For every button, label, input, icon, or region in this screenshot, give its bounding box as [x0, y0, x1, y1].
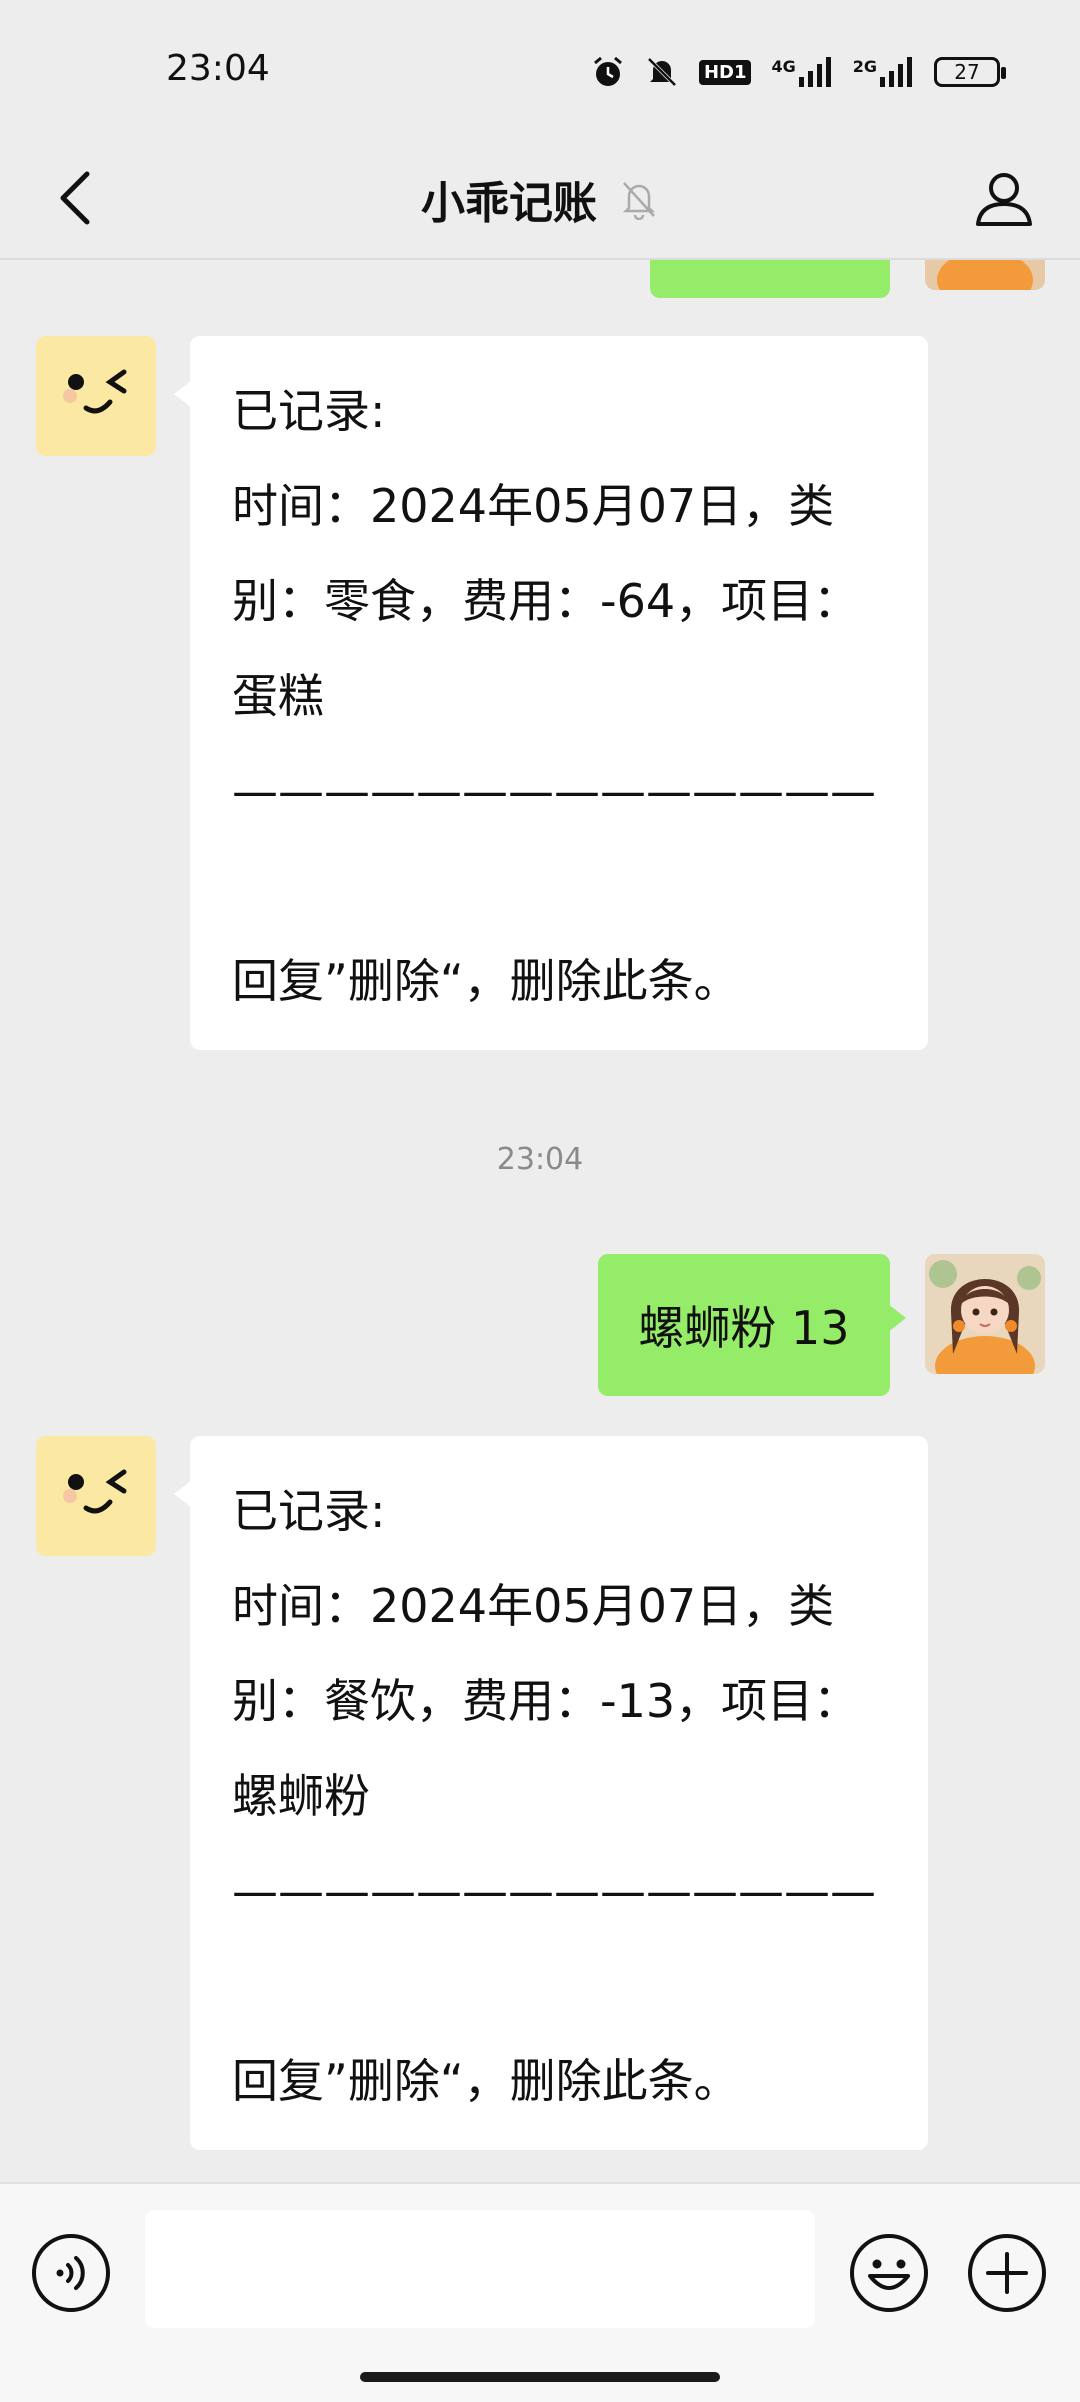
- signal-bars-icon: [798, 57, 831, 87]
- plus-icon: [968, 2234, 1046, 2312]
- message-input[interactable]: [145, 2210, 815, 2328]
- message-text: 已记录: 时间：2024年05月07日，类别：餐饮，费用：-13，项目：螺蛳粉 …: [232, 1484, 876, 2108]
- battery-level: 27: [954, 60, 980, 84]
- received-message[interactable]: 已记录: 时间：2024年05月07日，类别：零食，费用：-64，项目：蛋糕 —…: [174, 336, 928, 1050]
- plus-button[interactable]: [966, 2232, 1048, 2314]
- message-timestamp: 23:04: [496, 1142, 584, 1177]
- user-avatar-image: [925, 260, 1045, 290]
- smile-icon: [850, 2234, 928, 2312]
- signal-2g: 2G: [853, 57, 914, 87]
- avatar[interactable]: [36, 1436, 156, 1556]
- bell-off-icon: [622, 182, 656, 220]
- wink-face-icon: [36, 1436, 156, 1556]
- chat-area[interactable]: 已记录: 时间：2024年05月07日，类别：零食，费用：-64，项目：蛋糕 —…: [0, 260, 1080, 2180]
- signal-4g: 4G: [771, 57, 832, 87]
- message-text: 螺蛳粉 13: [638, 1301, 850, 1355]
- message-text: 已记录: 时间：2024年05月07日，类别：零食，费用：-64，项目：蛋糕 —…: [232, 384, 876, 1008]
- received-message[interactable]: 已记录: 时间：2024年05月07日，类别：餐饮，费用：-13，项目：螺蛳粉 …: [174, 1436, 928, 2150]
- user-avatar-image: [925, 1254, 1045, 1374]
- profile-button[interactable]: [964, 158, 1044, 238]
- silent-bell-icon: [647, 57, 677, 87]
- network-label-1: 4G: [771, 57, 796, 76]
- sent-message[interactable]: 螺蛳粉 13: [598, 1254, 906, 1396]
- status-bar: 23:04 HD1 4G 2G 27: [0, 0, 1080, 140]
- sent-message-partial[interactable]: [650, 260, 890, 298]
- person-icon: [976, 173, 1032, 226]
- signal-bars-icon: [880, 57, 912, 87]
- status-time: 23:04: [166, 48, 270, 89]
- avatar[interactable]: [36, 336, 156, 456]
- voice-button[interactable]: [30, 2232, 112, 2314]
- alarm-icon: [593, 56, 622, 86]
- title-wrap: 小乖记账: [0, 140, 1080, 258]
- home-indicator[interactable]: [360, 2372, 720, 2382]
- voice-icon: [32, 2234, 110, 2312]
- network-label-2: 2G: [852, 57, 877, 76]
- chat-title: 小乖记账: [421, 178, 597, 229]
- hd-badge: HD1: [698, 59, 752, 85]
- status-icons: HD1 4G 2G 27: [591, 50, 1006, 94]
- wink-face-icon: [36, 336, 156, 456]
- chat-header: 小乖记账: [0, 140, 1080, 260]
- emoji-button[interactable]: [848, 2232, 930, 2314]
- avatar[interactable]: [925, 260, 1045, 290]
- input-bar: [0, 2182, 1080, 2402]
- battery-icon: 27: [934, 57, 1006, 87]
- avatar[interactable]: [925, 1254, 1045, 1374]
